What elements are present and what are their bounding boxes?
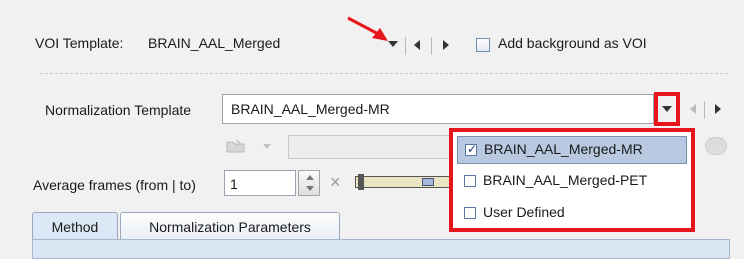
clear-icon[interactable]: × bbox=[330, 172, 341, 193]
normalization-template-label: Normalization Template bbox=[45, 102, 192, 118]
normalization-template-combo[interactable]: BRAIN_AAL_Merged-MR bbox=[222, 94, 654, 124]
option-checkbox-icon bbox=[464, 207, 476, 219]
average-frames-spinner[interactable] bbox=[298, 170, 320, 196]
tab-method[interactable]: Method bbox=[32, 212, 118, 240]
separator bbox=[431, 37, 432, 55]
folder-icon[interactable] bbox=[226, 139, 246, 153]
average-frames-from-value: 1 bbox=[230, 176, 238, 192]
normalization-template-dropdown: ✓ BRAIN_AAL_Merged-MR BRAIN_AAL_Merged-P… bbox=[449, 128, 695, 232]
normalization-template-value: BRAIN_AAL_Merged-MR bbox=[231, 101, 390, 117]
separator bbox=[405, 37, 406, 55]
dropdown-option-label: BRAIN_AAL_Merged-PET bbox=[483, 172, 648, 188]
normalization-previous-icon[interactable] bbox=[690, 104, 696, 114]
divider bbox=[40, 73, 728, 74]
voi-next-icon[interactable] bbox=[443, 40, 449, 50]
option-checkbox-icon bbox=[464, 175, 476, 187]
slider-left-handle[interactable] bbox=[358, 174, 364, 190]
add-background-label: Add background as VOI bbox=[498, 35, 647, 51]
voi-template-label: VOI Template: bbox=[35, 35, 124, 51]
dropdown-option-label: BRAIN_AAL_Merged-MR bbox=[484, 141, 643, 157]
dropdown-option-label: User Defined bbox=[483, 204, 565, 220]
normalization-dropdown-icon[interactable] bbox=[662, 106, 672, 112]
voi-template-value: BRAIN_AAL_Merged bbox=[148, 35, 281, 51]
disabled-field bbox=[288, 135, 458, 159]
tab-method-label: Method bbox=[51, 219, 99, 235]
spinner-down-icon[interactable] bbox=[306, 186, 314, 191]
normalization-next-icon[interactable] bbox=[715, 104, 721, 114]
voi-previous-icon[interactable] bbox=[414, 40, 420, 50]
tab-content bbox=[32, 239, 730, 259]
red-arrow-icon bbox=[347, 16, 388, 41]
dropdown-option-user-defined[interactable]: User Defined bbox=[457, 200, 687, 228]
add-background-checkbox[interactable] bbox=[476, 38, 490, 52]
voi-template-dropdown-icon[interactable] bbox=[388, 41, 398, 47]
slider-thumb[interactable] bbox=[422, 178, 434, 186]
tab-normalization-parameters-label: Normalization Parameters bbox=[149, 219, 311, 235]
average-frames-from-input[interactable]: 1 bbox=[224, 170, 296, 196]
option-checkbox-icon: ✓ bbox=[465, 142, 478, 156]
disabled-action-button[interactable] bbox=[705, 137, 727, 155]
dropdown-option-pet[interactable]: BRAIN_AAL_Merged-PET bbox=[457, 168, 687, 196]
frame-range-slider[interactable] bbox=[355, 174, 453, 190]
disabled-dropdown-icon[interactable] bbox=[263, 144, 271, 149]
tab-normalization-parameters[interactable]: Normalization Parameters bbox=[120, 212, 340, 240]
dropdown-option-mr[interactable]: ✓ BRAIN_AAL_Merged-MR bbox=[457, 136, 687, 164]
separator bbox=[704, 101, 705, 119]
spinner-up-icon[interactable] bbox=[306, 175, 314, 180]
average-frames-label: Average frames (from | to) bbox=[33, 177, 196, 193]
voi-statistics-panel: VOI Template: BRAIN_AAL_Merged Add backg… bbox=[0, 0, 744, 259]
